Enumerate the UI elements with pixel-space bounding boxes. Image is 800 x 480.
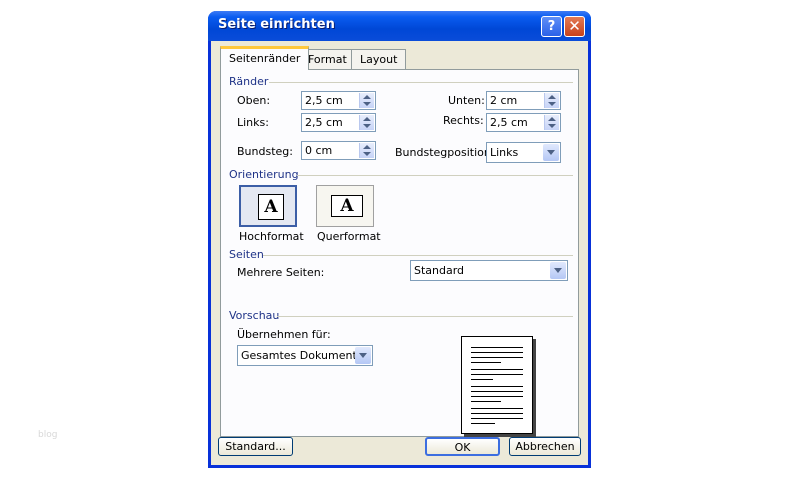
preview-line — [471, 374, 523, 375]
top-margin-value: 2,5 cm — [305, 94, 343, 107]
orientation-group-label: Orientierung — [229, 168, 299, 181]
title-bar[interactable]: Seite einrichten ? ✕ — [208, 11, 591, 41]
landscape-page-icon: A — [331, 195, 363, 217]
multiple-pages-select[interactable]: Standard — [410, 260, 568, 281]
spin-arrows[interactable] — [544, 93, 559, 108]
portrait-page-icon: A — [258, 194, 284, 220]
pages-group-label: Seiten — [229, 248, 264, 261]
gutter-value: 0 cm — [305, 144, 333, 157]
tab-label: Seitenränder — [229, 52, 301, 65]
orientation-group-divider — [297, 175, 573, 176]
help-button[interactable]: ? — [541, 16, 562, 37]
chevron-down-icon[interactable] — [355, 347, 371, 364]
cancel-button[interactable]: Abbrechen — [509, 437, 581, 456]
apply-to-label: Übernehmen für: — [237, 328, 331, 341]
gutter-position-select[interactable]: Links — [486, 142, 561, 163]
bottom-margin-spinner[interactable]: 2 cm — [486, 91, 561, 110]
page-preview — [461, 336, 533, 434]
margins-group-label: Ränder — [229, 75, 269, 88]
preview-group-label: Vorschau — [229, 309, 280, 322]
preview-line — [471, 386, 523, 387]
default-button[interactable]: Standard... — [218, 437, 293, 456]
preview-line — [471, 391, 523, 392]
spin-arrows[interactable] — [359, 115, 374, 130]
spin-down-icon[interactable] — [548, 102, 556, 106]
spin-down-icon[interactable] — [363, 102, 371, 106]
bottom-margin-label: Unten: — [448, 94, 485, 107]
spin-down-icon[interactable] — [548, 124, 556, 128]
tab-seitenraender[interactable]: Seitenränder — [220, 46, 310, 70]
right-margin-value: 2,5 cm — [490, 116, 528, 129]
preview-line — [471, 396, 523, 397]
landscape-label: Querformat — [317, 230, 381, 243]
landscape-button[interactable]: A — [316, 185, 374, 227]
margins-group-divider — [269, 82, 573, 83]
left-margin-spinner[interactable]: 2,5 cm — [301, 113, 376, 132]
gutter-position-label: Bundstegposition: — [395, 146, 495, 159]
pages-group-divider — [263, 255, 573, 256]
portrait-button[interactable]: A — [239, 185, 297, 227]
left-margin-label: Links: — [237, 116, 269, 129]
spin-arrows[interactable] — [544, 115, 559, 130]
right-margin-spinner[interactable]: 2,5 cm — [486, 113, 561, 132]
bottom-margin-value: 2 cm — [490, 94, 518, 107]
preview-line — [471, 352, 523, 353]
tab-panel-margins: Ränder Oben: 2,5 cm Unten: 2 cm Links: 2… — [220, 69, 579, 437]
preview-line — [471, 347, 523, 348]
dialog-title: Seite einrichten — [218, 17, 335, 32]
tab-label: Format — [308, 53, 347, 66]
left-margin-value: 2,5 cm — [305, 116, 343, 129]
top-margin-label: Oben: — [237, 94, 271, 107]
preview-line — [471, 413, 523, 414]
watermark-text: blog — [38, 430, 58, 440]
preview-line — [471, 369, 523, 370]
spin-up-icon[interactable] — [363, 145, 371, 149]
tab-label: Layout — [360, 53, 398, 66]
page-setup-dialog: Seite einrichten ? ✕ Seitenränder Format… — [208, 11, 591, 468]
tab-layout[interactable]: Layout — [351, 49, 407, 69]
spin-up-icon[interactable] — [363, 117, 371, 121]
preview-line — [471, 423, 495, 424]
preview-line — [471, 357, 523, 358]
gutter-label: Bundsteg: — [237, 145, 293, 158]
spin-down-icon[interactable] — [363, 152, 371, 156]
chevron-down-icon[interactable] — [550, 262, 566, 279]
spin-down-icon[interactable] — [363, 124, 371, 128]
spin-up-icon[interactable] — [548, 95, 556, 99]
multiple-pages-value: Standard — [414, 264, 465, 277]
preview-line — [471, 418, 523, 419]
spin-up-icon[interactable] — [363, 95, 371, 99]
close-button[interactable]: ✕ — [564, 16, 585, 37]
ok-button[interactable]: OK — [425, 437, 500, 456]
spin-arrows[interactable] — [359, 93, 374, 108]
right-margin-label: Rechts: — [443, 114, 484, 127]
gutter-spinner[interactable]: 0 cm — [301, 141, 376, 160]
preview-line — [471, 401, 501, 402]
multiple-pages-label: Mehrere Seiten: — [237, 266, 325, 279]
spin-arrows[interactable] — [359, 143, 374, 158]
preview-line — [471, 362, 501, 363]
preview-line — [471, 379, 493, 380]
top-margin-spinner[interactable]: 2,5 cm — [301, 91, 376, 110]
preview-line — [471, 408, 523, 409]
chevron-down-icon[interactable] — [543, 144, 559, 161]
apply-to-value: Gesamtes Dokument — [241, 349, 357, 362]
gutter-position-value: Links — [490, 146, 519, 159]
preview-group-divider — [277, 316, 573, 317]
spin-up-icon[interactable] — [548, 117, 556, 121]
portrait-label: Hochformat — [239, 230, 304, 243]
apply-to-select[interactable]: Gesamtes Dokument — [237, 345, 373, 366]
